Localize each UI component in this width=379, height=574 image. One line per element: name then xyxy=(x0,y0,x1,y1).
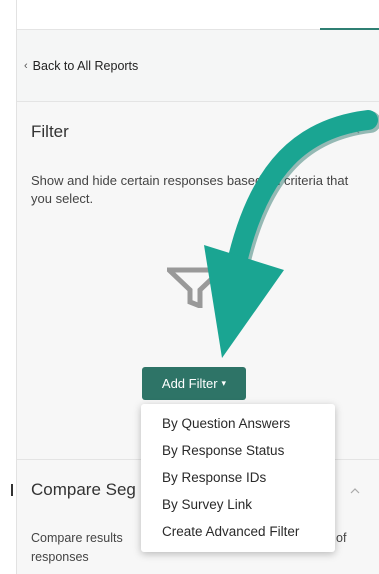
compare-description-line2: responses xyxy=(31,550,89,564)
menu-item-by-survey-link[interactable]: By Survey Link xyxy=(141,491,335,518)
annotation-arrow-icon xyxy=(204,110,379,358)
add-filter-label: Add Filter xyxy=(161,376,218,391)
back-link-label: Back to All Reports xyxy=(32,58,139,73)
menu-item-by-response-status[interactable]: By Response Status xyxy=(141,437,335,464)
add-filter-button[interactable]: Add Filter ▾ xyxy=(142,367,246,400)
back-to-reports-link[interactable]: ‹ Back to All Reports xyxy=(17,30,379,102)
cursor-marker xyxy=(11,484,13,496)
top-tabs-strip xyxy=(17,0,379,30)
caret-down-icon: ▾ xyxy=(221,378,227,388)
filter-title: Filter xyxy=(31,122,69,141)
compare-description: Compare results xyxy=(31,531,123,545)
chevron-up-icon[interactable] xyxy=(350,486,360,496)
menu-item-by-response-ids[interactable]: By Response IDs xyxy=(141,464,335,491)
menu-item-by-question-answers[interactable]: By Question Answers xyxy=(141,410,335,437)
chevron-left-icon: ‹ xyxy=(24,59,28,72)
menu-item-create-advanced-filter[interactable]: Create Advanced Filter xyxy=(141,518,335,545)
add-filter-dropdown-menu: By Question Answers By Response Status B… xyxy=(141,404,335,552)
compare-title: Compare Seg xyxy=(31,480,136,499)
compare-description-end: of xyxy=(336,531,347,545)
